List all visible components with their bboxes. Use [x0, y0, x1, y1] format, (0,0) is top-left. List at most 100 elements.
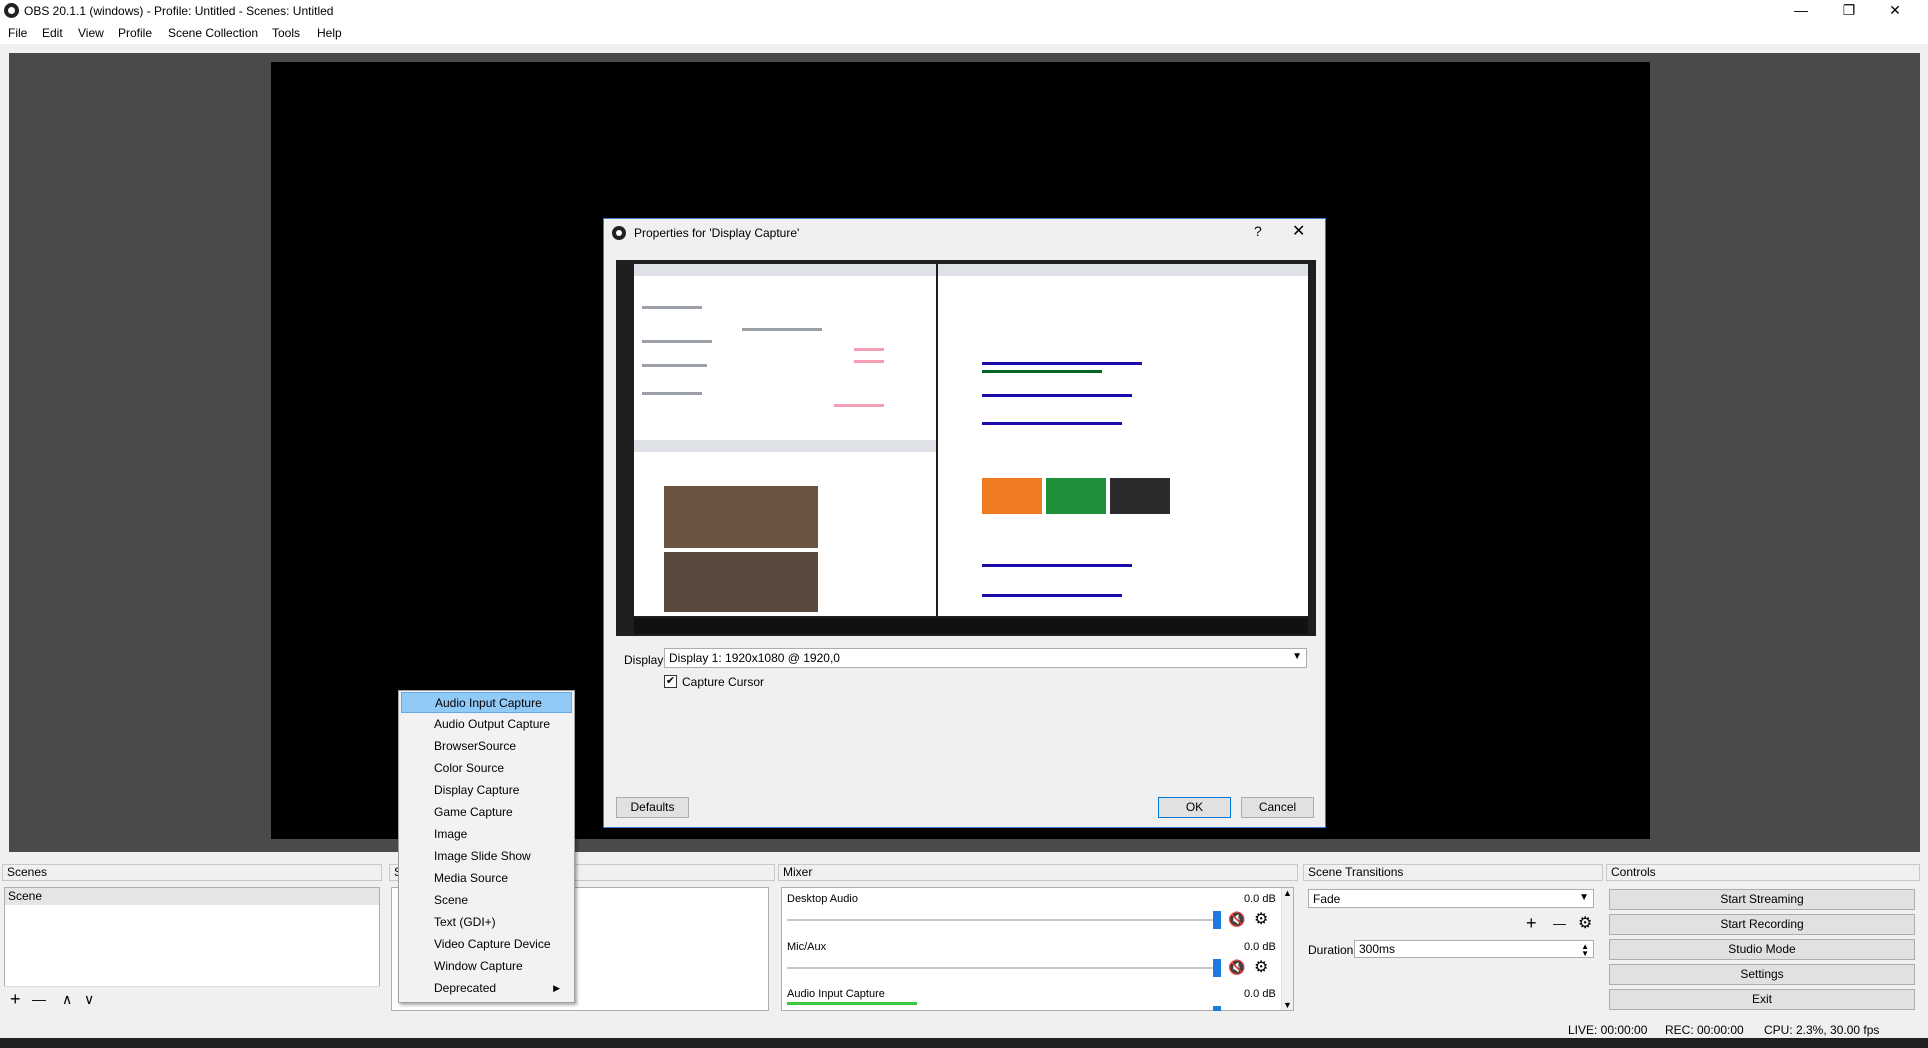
gear-icon[interactable]: ⚙	[1254, 957, 1268, 977]
defaults-button[interactable]: Defaults	[616, 797, 689, 818]
cancel-button[interactable]: Cancel	[1241, 797, 1314, 818]
exit-button[interactable]: Exit	[1609, 989, 1915, 1010]
menu-item-audio-output-capture[interactable]: Audio Output Capture	[401, 714, 572, 735]
window-title: OBS 20.1.1 (windows) - Profile: Untitled…	[24, 4, 334, 18]
scenes-dock-title: Scenes	[2, 864, 382, 881]
menu-item-window-capture[interactable]: Window Capture	[401, 956, 572, 977]
captured-video-card	[1110, 478, 1170, 514]
captured-text-line	[642, 340, 712, 343]
title-bar: OBS 20.1.1 (windows) - Profile: Untitled…	[0, 0, 1928, 22]
captured-search-window	[938, 264, 1308, 616]
menu-item-display-capture[interactable]: Display Capture	[401, 780, 572, 801]
menu-profile[interactable]: Profile	[118, 26, 152, 40]
gear-icon[interactable]: ⚙	[1254, 909, 1268, 929]
remove-transition-button[interactable]: —	[1553, 916, 1566, 931]
menu-item-image[interactable]: Image	[401, 824, 572, 845]
help-button[interactable]: ?	[1254, 223, 1262, 239]
transition-select[interactable]: Fade ▼	[1308, 889, 1594, 908]
captured-video-card	[982, 478, 1042, 514]
menu-view[interactable]: View	[78, 26, 104, 40]
restore-button[interactable]: ❐	[1826, 0, 1872, 22]
mixer-channel-db: 0.0 dB	[1244, 893, 1276, 905]
display-select[interactable]: Display 1: 1920x1080 @ 1920,0 ▼	[664, 648, 1307, 668]
captured-tab-bar	[634, 440, 936, 452]
menu-item-color-source[interactable]: Color Source	[401, 758, 572, 779]
add-transition-button[interactable]: +	[1526, 913, 1537, 934]
move-scene-down-button[interactable]: ∨	[84, 989, 94, 1009]
menu-item-browser-source[interactable]: BrowserSource	[401, 736, 572, 757]
chevron-down-icon: ▼	[1292, 651, 1302, 662]
mixer-scrollbar[interactable]: ▲ ▼	[1281, 888, 1293, 1010]
captured-video-thumbnail	[664, 486, 818, 548]
menu-item-media-source[interactable]: Media Source	[401, 868, 572, 889]
studio-mode-button[interactable]: Studio Mode	[1609, 939, 1915, 960]
menu-item-scene[interactable]: Scene	[401, 890, 572, 911]
duration-value: 300ms	[1359, 942, 1396, 956]
capture-cursor-checkbox[interactable]: ✔	[664, 675, 677, 688]
volume-slider-track[interactable]	[787, 919, 1217, 921]
captured-video-grid	[664, 552, 818, 612]
captured-chat-bubble	[834, 404, 884, 407]
menu-item-game-capture[interactable]: Game Capture	[401, 802, 572, 823]
scroll-down-icon[interactable]: ▼	[1282, 1000, 1293, 1010]
menu-item-deprecated[interactable]: Deprecated ▶	[401, 978, 572, 999]
menu-item-video-capture-device[interactable]: Video Capture Device	[401, 934, 572, 955]
move-scene-up-button[interactable]: ∧	[62, 989, 72, 1009]
volume-slider-handle[interactable]	[1213, 1006, 1221, 1011]
mixer-channel-name: Mic/Aux	[787, 941, 827, 953]
start-streaming-button[interactable]: Start Streaming	[1609, 889, 1915, 910]
scroll-up-icon[interactable]: ▲	[1282, 888, 1293, 898]
taskbar-strip	[0, 1038, 1928, 1048]
controls-dock-title: Controls	[1606, 864, 1920, 881]
menu-tools[interactable]: Tools	[272, 26, 300, 40]
mixer-channel-name: Desktop Audio	[787, 893, 858, 905]
display-select-value: Display 1: 1920x1080 @ 1920,0	[669, 651, 840, 665]
start-recording-button[interactable]: Start Recording	[1609, 914, 1915, 935]
duration-input[interactable]: 300ms ▲ ▼	[1354, 940, 1594, 958]
captured-browser-window	[634, 264, 936, 440]
gear-icon[interactable]: ⚙	[1578, 913, 1592, 933]
obs-logo-icon	[4, 3, 19, 18]
menu-item-text-gdi[interactable]: Text (GDI+)	[401, 912, 572, 933]
display-label: Display	[624, 653, 664, 667]
menu-item-audio-input-capture[interactable]: Audio Input Capture	[401, 692, 572, 713]
menu-item-image-slide-show[interactable]: Image Slide Show	[401, 846, 572, 867]
captured-result-url	[982, 370, 1102, 373]
captured-chat-bubble	[854, 360, 884, 363]
minimize-button[interactable]: —	[1778, 0, 1824, 22]
dialog-close-button[interactable]: ✕	[1292, 221, 1305, 241]
menu-file[interactable]: File	[8, 26, 27, 40]
mixer-channel-db: 0.0 dB	[1244, 988, 1276, 1000]
remove-scene-button[interactable]: —	[32, 989, 46, 1009]
volume-slider-track[interactable]	[787, 967, 1217, 969]
add-scene-button[interactable]: +	[10, 989, 21, 1009]
captured-text-line	[642, 392, 702, 395]
muted-speaker-icon[interactable]: 🔇	[1228, 959, 1245, 976]
capture-cursor-label: Capture Cursor	[682, 675, 765, 689]
muted-speaker-icon[interactable]: 🔇	[1228, 911, 1245, 928]
volume-slider-handle[interactable]	[1213, 911, 1221, 929]
add-source-context-menu: Audio Input Capture Audio Output Capture…	[398, 690, 575, 1003]
menu-scene-collection[interactable]: Scene Collection	[168, 26, 258, 40]
captured-result-link	[982, 422, 1122, 425]
captured-result-link	[982, 594, 1122, 597]
properties-dialog: Properties for 'Display Capture' ? ✕ Dis…	[603, 218, 1326, 828]
menu-edit[interactable]: Edit	[42, 26, 63, 40]
captured-tab-bar	[634, 264, 936, 276]
submenu-arrow-icon: ▶	[553, 983, 560, 993]
volume-slider-handle[interactable]	[1213, 959, 1221, 977]
settings-button[interactable]: Settings	[1609, 964, 1915, 985]
mixer-dock-title: Mixer	[778, 864, 1298, 881]
captured-tab-bar	[938, 264, 1308, 276]
captured-text-line	[742, 328, 822, 331]
scene-list-item[interactable]: Scene	[5, 888, 379, 905]
live-timer: LIVE: 00:00:00	[1568, 1023, 1648, 1037]
menu-help[interactable]: Help	[317, 26, 342, 40]
captured-chat-bubble	[854, 348, 884, 351]
ok-button[interactable]: OK	[1158, 797, 1231, 818]
rec-timer: REC: 00:00:00	[1665, 1023, 1744, 1037]
dialog-title: Properties for 'Display Capture'	[634, 226, 800, 240]
close-button[interactable]: ✕	[1872, 0, 1918, 22]
spin-arrows-icon[interactable]: ▲ ▼	[1581, 943, 1589, 958]
captured-video-card	[1046, 478, 1106, 514]
